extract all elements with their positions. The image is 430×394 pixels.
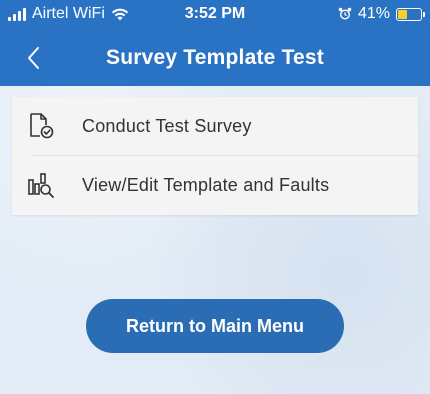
battery-level [398, 9, 407, 19]
menu-item-label: Conduct Test Survey [82, 116, 252, 136]
status-bar: Airtel WiFi 3:52 PM 41% [0, 0, 430, 30]
options-menu: Conduct Test Survey View/Edit Template a… [12, 97, 418, 215]
nav-bar: Survey Template Test [0, 30, 430, 86]
battery-icon [396, 7, 425, 21]
battery-percent: 41% [357, 5, 390, 22]
menu-item-label: View/Edit Template and Faults [82, 175, 330, 195]
return-to-main-menu-button[interactable]: Return to Main Menu [86, 299, 344, 353]
status-right: 41% [338, 5, 425, 23]
document-check-icon [30, 113, 54, 139]
chart-search-icon [28, 173, 54, 198]
alarm-icon [338, 7, 352, 20]
page-title: Survey Template Test [106, 46, 324, 69]
menu-item-conduct-test-survey[interactable]: Conduct Test Survey [12, 97, 418, 156]
menu-item-view-edit-template[interactable]: View/Edit Template and Faults [12, 156, 418, 215]
